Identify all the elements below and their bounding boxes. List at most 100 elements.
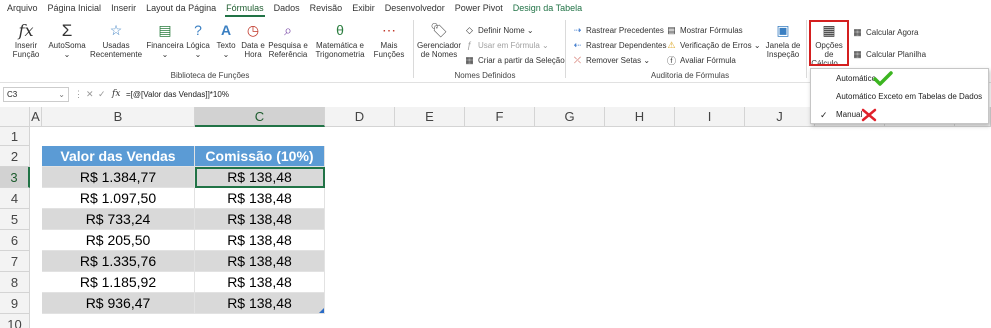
calculator-small-icon: ▦: [853, 26, 862, 37]
tab-pagina-inicial[interactable]: Página Inicial: [43, 0, 107, 17]
row-header-6[interactable]: 6: [0, 230, 30, 251]
col-header-d[interactable]: D: [325, 107, 395, 127]
table-cell[interactable]: R$ 1.335,76: [42, 251, 195, 272]
text-button[interactable]: A Texto ⌄: [213, 21, 239, 60]
define-name-button[interactable]: ◇ Definir Nome ⌄: [464, 25, 534, 35]
select-all-corner[interactable]: [0, 107, 30, 127]
tab-arquivo[interactable]: Arquivo: [2, 0, 43, 17]
recent-button[interactable]: ☆ Usadas Recentemente: [88, 21, 144, 60]
table-cell[interactable]: R$ 138,48: [195, 188, 325, 209]
datetime-button[interactable]: ◷ Data e Hora: [240, 21, 266, 60]
cancel-icon[interactable]: ✕: [86, 87, 94, 102]
trace-dependents-button[interactable]: ⇠ Rastrear Dependentes: [572, 40, 667, 50]
row-header-3[interactable]: 3: [0, 167, 30, 188]
autosum-button[interactable]: Σ AutoSoma ⌄: [46, 20, 88, 60]
col-header-g[interactable]: G: [535, 107, 605, 127]
col-header-i[interactable]: I: [675, 107, 745, 127]
trace-precedents-icon: ⇢: [573, 24, 582, 35]
calc-sheet-button[interactable]: ▦ Calcular Planilha: [852, 49, 926, 59]
name-manager-button[interactable]: 🏷︎ Gerenciador de Nomes: [417, 21, 461, 60]
tab-power-pivot[interactable]: Power Pivot: [450, 0, 508, 17]
lookup-button[interactable]: ⌕ Pesquisa e Referência: [267, 21, 309, 60]
remove-arrows-icon: ⤫: [573, 54, 582, 65]
remove-arrows-button[interactable]: ⤫ Remover Setas ⌄: [572, 55, 650, 65]
create-from-selection-button[interactable]: ▦ Criar a partir da Seleção: [464, 54, 564, 65]
tab-inserir[interactable]: Inserir: [106, 0, 141, 17]
row-header-5[interactable]: 5: [0, 209, 30, 230]
col-header-f[interactable]: F: [465, 107, 535, 127]
row-header-10[interactable]: 10: [0, 314, 30, 328]
use-in-formula-button[interactable]: ƒ Usar em Fórmula ⌄: [464, 40, 549, 50]
table-cell[interactable]: R$ 1.384,77: [42, 167, 195, 188]
table-cell[interactable]: R$ 1.097,50: [42, 188, 195, 209]
tab-desenvolvedor[interactable]: Desenvolvedor: [380, 0, 450, 17]
fx-button[interactable]: fx: [112, 87, 120, 102]
calc-options-highlight: [809, 20, 849, 66]
name-box[interactable]: C3 ⌄: [3, 87, 69, 102]
calc-options-menu: Automático Automático Exceto em Tabelas …: [810, 68, 989, 124]
check-icon: ✓: [820, 110, 828, 120]
row-header-2[interactable]: 2: [0, 146, 30, 167]
financial-button[interactable]: ▤ Financeira ⌄: [146, 21, 184, 60]
col-header-c[interactable]: C: [195, 107, 325, 127]
insert-function-button[interactable]: 𝑓x Inserir Função: [10, 21, 42, 59]
tab-formulas[interactable]: Fórmulas: [221, 0, 269, 17]
logical-button[interactable]: ? Lógica ⌄: [185, 21, 211, 60]
menu-item-automatico[interactable]: Automático: [811, 71, 990, 87]
watch-window-icon: ▣: [776, 21, 790, 38]
financial-icon: ▤: [158, 21, 172, 38]
table-cell[interactable]: R$ 138,48: [195, 209, 325, 230]
row-header-7[interactable]: 7: [0, 251, 30, 272]
more-functions-button[interactable]: ⋯ Mais Funções: [372, 21, 406, 60]
trace-precedents-button[interactable]: ⇢ Rastrear Precedentes: [572, 25, 664, 35]
active-cell-c3[interactable]: R$ 138,48: [195, 167, 325, 188]
grid-small-icon: ▦: [465, 54, 474, 65]
worksheet-grid[interactable]: A B C D E F G H I J K L M 1 2 3 4 5 6 7 …: [0, 107, 991, 328]
table-cell[interactable]: R$ 138,48: [195, 251, 325, 272]
col-header-b[interactable]: B: [42, 107, 195, 127]
separator: [565, 20, 566, 78]
tag-icon: 🏷︎: [430, 21, 448, 38]
math-button[interactable]: θ Matemática e Trigonometria: [310, 21, 370, 60]
magnifier-book-icon: ⌕: [284, 21, 292, 38]
formula-input[interactable]: =[@[Valor das Vendas]]*10%: [126, 87, 229, 102]
separator: [413, 20, 414, 78]
tab-design-tabela[interactable]: Design da Tabela: [508, 0, 587, 17]
x-red-icon: [861, 108, 877, 122]
tab-revisao[interactable]: Revisão: [305, 0, 348, 17]
table-cell[interactable]: R$ 1.185,92: [42, 272, 195, 293]
col-header-h[interactable]: H: [605, 107, 675, 127]
col-header-e[interactable]: E: [395, 107, 465, 127]
menu-item-automatico-exceto[interactable]: Automático Exceto em Tabelas de Dados: [811, 89, 990, 105]
table-cell[interactable]: R$ 205,50: [42, 230, 195, 251]
table-header-commission[interactable]: Comissão (10%): [195, 146, 325, 167]
more-book-icon: ⋯: [382, 21, 396, 38]
group-label-names: Nomes Definidos: [454, 71, 516, 80]
table-cell[interactable]: R$ 138,48: [195, 272, 325, 293]
tab-layout[interactable]: Layout da Página: [141, 0, 221, 17]
col-header-a[interactable]: A: [30, 107, 42, 127]
table-header-sales[interactable]: Valor das Vendas: [42, 146, 195, 167]
error-checking-button[interactable]: ⚠ Verificação de Erros ⌄: [666, 40, 760, 50]
tag-small-icon: ◇: [466, 24, 473, 35]
table-cell[interactable]: R$ 138,48: [195, 230, 325, 251]
table-cell[interactable]: R$ 138,48: [195, 293, 325, 314]
tab-exibir[interactable]: Exibir: [347, 0, 380, 17]
tab-dados[interactable]: Dados: [269, 0, 305, 17]
sigma-icon: Σ: [61, 20, 73, 40]
row-header-8[interactable]: 8: [0, 272, 30, 293]
col-header-j[interactable]: J: [745, 107, 815, 127]
table-resize-handle[interactable]: [319, 308, 324, 313]
enter-icon[interactable]: ✓: [98, 87, 106, 102]
menu-item-manual[interactable]: ✓ Manual: [811, 107, 990, 123]
row-header-1[interactable]: 1: [0, 127, 30, 146]
table-cell[interactable]: R$ 936,47: [42, 293, 195, 314]
row-header-9[interactable]: 9: [0, 293, 30, 314]
show-formulas-button[interactable]: ▤ Mostrar Fórmulas: [666, 25, 742, 35]
row-header-4[interactable]: 4: [0, 188, 30, 209]
evaluate-formula-button[interactable]: ⓕ Avaliar Fórmula: [666, 55, 736, 66]
calc-now-button[interactable]: ▦ Calcular Agora: [852, 27, 918, 37]
table-cell[interactable]: R$ 733,24: [42, 209, 195, 230]
watch-window-button[interactable]: ▣ Janela de Inspeção: [762, 21, 804, 60]
trace-dependents-icon: ⇠: [573, 39, 582, 50]
